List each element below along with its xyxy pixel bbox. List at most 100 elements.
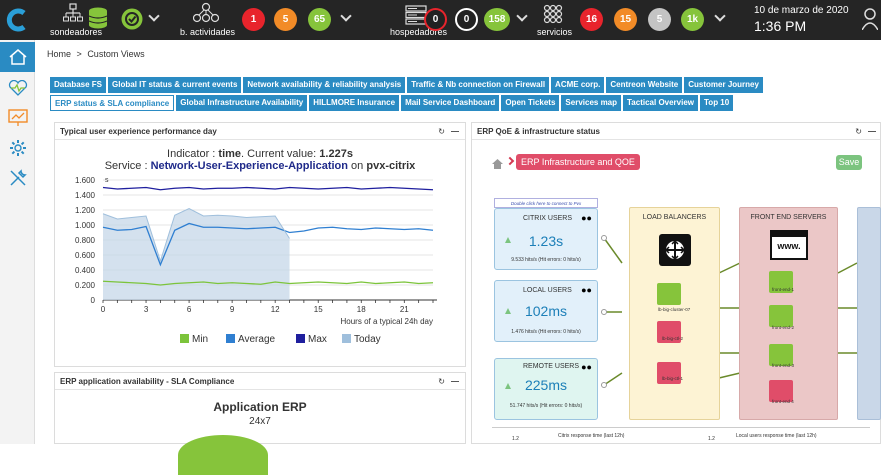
breadcrumb-current[interactable]: Custom Views: [87, 49, 144, 59]
view-breadcrumb[interactable]: ERP Infrastructure and QOE: [516, 154, 640, 170]
legend-swatch-average: [226, 334, 235, 343]
widget-tools: ↻ —: [855, 127, 876, 136]
sidebar-item-monitoring[interactable]: [0, 73, 35, 103]
bottom-chart-label: Local users response time (last 12h): [736, 433, 817, 439]
tab-tabs_row2-7[interactable]: Top 10: [700, 95, 734, 111]
backend-lane[interactable]: [857, 207, 881, 420]
host-unreachable-badge[interactable]: 0: [455, 8, 478, 31]
chevron-down-icon[interactable]: [714, 10, 726, 22]
network-icon[interactable]: [63, 3, 83, 28]
y-tick-label: 0.200: [75, 281, 96, 290]
widget-title: Typical user experience performance day: [55, 123, 465, 140]
tab-tabs_row2-4[interactable]: Open Tickets: [501, 95, 560, 111]
lb-node-label: lb-big-cluster-07: [658, 307, 691, 312]
y-unit-label: s: [105, 177, 109, 184]
widget-sla: ERP application availability - SLA Compl…: [54, 372, 466, 475]
x-tick-label: 0: [101, 305, 106, 314]
legend-swatch-today: [342, 334, 351, 343]
users-icon: ●●: [581, 285, 592, 295]
host-up-badge[interactable]: 158: [484, 8, 510, 31]
refresh-icon[interactable]: ↻: [438, 377, 445, 386]
x-tick-label: 15: [314, 305, 323, 314]
tab-tabs_row2-3[interactable]: Mail Service Dashboard: [401, 95, 500, 111]
chevron-down-icon[interactable]: [516, 10, 528, 22]
activities-label: b. actividades: [180, 27, 236, 37]
sidebar-item-reporting[interactable]: [0, 103, 35, 133]
y-tick-label: 0.400: [75, 266, 96, 275]
host-name[interactable]: pvx-citrix: [366, 160, 415, 172]
tab-tabs_row2-2[interactable]: HILLMORE Insurance: [309, 95, 400, 111]
service-name[interactable]: Network-User-Experience-Application: [151, 160, 348, 172]
sidebar-item-configuration[interactable]: [0, 133, 35, 163]
services-icon[interactable]: [543, 4, 563, 29]
tab-tabs_row1-0[interactable]: Database FS: [50, 77, 107, 93]
legend-label-today: Today: [354, 334, 381, 345]
sla-pie: [178, 435, 268, 475]
centreon-logo[interactable]: [6, 8, 30, 32]
box-footer: 9.533 hits/s (Hit errors: 0 hits/s): [511, 257, 581, 263]
indicator-line: Indicator : time. Current value: 1.227s: [55, 148, 465, 160]
service-unknown-badge[interactable]: 5: [648, 8, 671, 31]
poller-status-icon[interactable]: [121, 8, 143, 35]
remote-users-box[interactable]: REMOTE USERS ●● 225ms 51.747 hits/s (Hit…: [494, 358, 598, 420]
tab-tabs_row2-1[interactable]: Global Infrastructure Availability: [176, 95, 308, 111]
time-display: 1:36 PM: [754, 18, 807, 34]
fe-node-label: front-end 4: [772, 399, 794, 404]
connect-hint[interactable]: Double click here to connect to Pvx: [494, 198, 598, 208]
chart-icon: [7, 109, 28, 126]
bottom-divider: [492, 427, 870, 428]
minimize-icon[interactable]: —: [868, 127, 876, 136]
home-icon[interactable]: [492, 156, 503, 174]
chevron-right-icon: [505, 156, 515, 166]
tab-tabs_row2-5[interactable]: Services map: [561, 95, 622, 111]
save-button[interactable]: Save: [836, 155, 862, 170]
y-tick-label: 0: [91, 296, 96, 305]
breadcrumb: Home > Custom Views: [47, 49, 145, 59]
x-axis-label: Hours of a typical 24h day: [341, 317, 434, 326]
tab-tabs_row1-6[interactable]: Customer Journey: [684, 77, 763, 93]
sidebar-item-administration[interactable]: [0, 163, 35, 193]
service-ok-badge[interactable]: 1k: [681, 8, 704, 31]
tab-tabs_row1-1[interactable]: Global IT status & current events: [108, 77, 242, 93]
local-users-box[interactable]: LOCAL USERS ●● 102ms 1.476 hits/s (Hit e…: [494, 280, 598, 342]
activities-icon[interactable]: [192, 2, 220, 29]
load-balancers-lane[interactable]: LOAD BALANCERS: [629, 207, 720, 420]
y-tick-label: 1.600: [75, 176, 96, 185]
legend-label-average: Average: [238, 334, 276, 345]
box-title: LOCAL USERS: [523, 287, 572, 294]
lb-node-1[interactable]: [657, 283, 681, 305]
refresh-icon[interactable]: ↻: [438, 127, 445, 136]
host-down-badge[interactable]: 0: [424, 8, 447, 31]
activity-ok-badge[interactable]: 65: [308, 8, 331, 31]
fe-node-2[interactable]: [769, 305, 793, 327]
x-tick-label: 18: [357, 305, 366, 314]
tab-tabs_row1-2[interactable]: Network availability & reliability analy…: [243, 77, 406, 93]
y-tick-label: 0.600: [75, 251, 96, 260]
service-warning-badge[interactable]: 15: [614, 8, 637, 31]
service-on: on: [348, 160, 367, 172]
service-critical-badge[interactable]: 16: [580, 8, 603, 31]
tab-tabs_row1-3[interactable]: Traffic & Nb connection on Firewall: [407, 77, 550, 93]
tab-tabs_row2-0[interactable]: ERP status & SLA compliance: [50, 95, 175, 111]
bottom-tick: 1.2: [512, 436, 519, 442]
tab-tabs_row1-4[interactable]: ACME corp.: [551, 77, 605, 93]
chevron-down-icon[interactable]: [148, 10, 160, 22]
tab-tabs_row1-5[interactable]: Centreon Website: [606, 77, 683, 93]
y-tick-label: 1.000: [75, 221, 96, 230]
user-icon[interactable]: [861, 8, 879, 35]
minimize-icon[interactable]: —: [451, 377, 459, 386]
citrix-users-box[interactable]: CITRIX USERS ●● 1.23s 9.533 hits/s (Hit …: [494, 208, 598, 270]
chevron-down-icon[interactable]: [340, 10, 352, 22]
widget-qoe: ERP QoE & infrastructure status ↻ — ERP I…: [471, 122, 881, 444]
indicator-mid: . Current value:: [241, 148, 320, 160]
sidebar-item-home[interactable]: [0, 42, 35, 72]
indicator-prefix: Indicator :: [167, 148, 219, 160]
activity-critical-badge[interactable]: 1: [242, 8, 265, 31]
lb-node-label: lb-big-ctl-2: [662, 336, 684, 341]
breadcrumb-home[interactable]: Home: [47, 49, 71, 59]
tab-tabs_row2-6[interactable]: Tactical Overview: [623, 95, 699, 111]
box-footer: 51.747 hits/s (Hit errors: 0 hits/s): [509, 403, 583, 409]
refresh-icon[interactable]: ↻: [855, 127, 862, 136]
activity-warning-badge[interactable]: 5: [274, 8, 297, 31]
minimize-icon[interactable]: —: [451, 127, 459, 136]
